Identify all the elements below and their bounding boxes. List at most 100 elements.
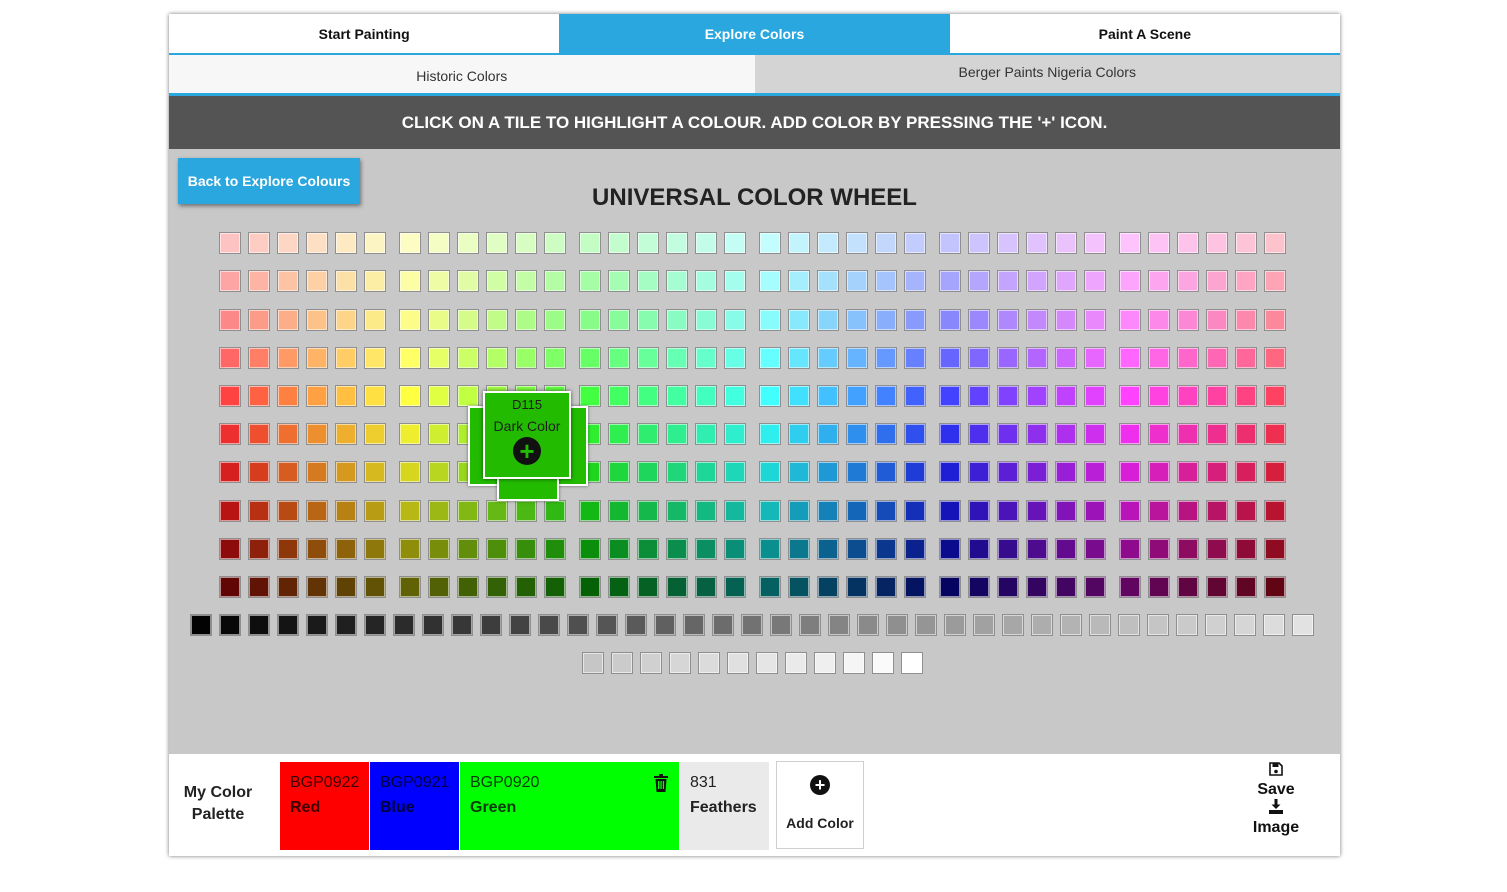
- gray-swatch[interactable]: [886, 614, 908, 636]
- color-swatch[interactable]: [399, 576, 421, 598]
- color-swatch[interactable]: [544, 576, 566, 598]
- light-gray-swatch[interactable]: [756, 652, 778, 674]
- color-swatch[interactable]: [1264, 270, 1286, 292]
- color-swatch[interactable]: [788, 538, 810, 560]
- color-swatch[interactable]: [1206, 232, 1228, 254]
- color-swatch[interactable]: [997, 270, 1019, 292]
- color-swatch[interactable]: [939, 423, 961, 445]
- color-swatch[interactable]: [846, 538, 868, 560]
- color-swatch[interactable]: [817, 232, 839, 254]
- color-swatch[interactable]: [759, 423, 781, 445]
- color-swatch[interactable]: [666, 538, 688, 560]
- light-gray-swatch[interactable]: [669, 652, 691, 674]
- color-swatch[interactable]: [1177, 576, 1199, 598]
- color-swatch[interactable]: [968, 423, 990, 445]
- color-swatch[interactable]: [1264, 538, 1286, 560]
- color-swatch[interactable]: [666, 309, 688, 331]
- color-swatch[interactable]: [399, 347, 421, 369]
- gray-swatch[interactable]: [248, 614, 270, 636]
- gray-swatch[interactable]: [1031, 614, 1053, 636]
- color-swatch[interactable]: [399, 385, 421, 407]
- color-swatch[interactable]: [306, 232, 328, 254]
- color-swatch[interactable]: [608, 576, 630, 598]
- color-swatch[interactable]: [875, 309, 897, 331]
- color-swatch[interactable]: [695, 385, 717, 407]
- light-gray-swatch[interactable]: [611, 652, 633, 674]
- color-swatch[interactable]: [457, 232, 479, 254]
- color-swatch[interactable]: [637, 538, 659, 560]
- plus-circle-icon[interactable]: +: [513, 437, 541, 465]
- light-gray-swatch[interactable]: [843, 652, 865, 674]
- color-swatch[interactable]: [579, 232, 601, 254]
- color-swatch[interactable]: [248, 232, 270, 254]
- color-swatch[interactable]: [788, 461, 810, 483]
- color-swatch[interactable]: [1235, 461, 1257, 483]
- color-swatch[interactable]: [277, 500, 299, 522]
- color-swatch[interactable]: [666, 423, 688, 445]
- color-swatch[interactable]: [1055, 576, 1077, 598]
- palette-chip-blue[interactable]: BGP0921 Blue: [370, 762, 459, 850]
- gray-swatch[interactable]: [306, 614, 328, 636]
- color-swatch[interactable]: [1084, 423, 1106, 445]
- color-swatch[interactable]: [277, 423, 299, 445]
- color-swatch[interactable]: [788, 576, 810, 598]
- gray-swatch[interactable]: [422, 614, 444, 636]
- light-gray-swatch[interactable]: [582, 652, 604, 674]
- color-swatch[interactable]: [939, 500, 961, 522]
- color-swatch[interactable]: [306, 538, 328, 560]
- color-swatch[interactable]: [788, 270, 810, 292]
- color-swatch[interactable]: [1026, 309, 1048, 331]
- color-swatch[interactable]: [248, 538, 270, 560]
- color-swatch[interactable]: [1264, 232, 1286, 254]
- color-swatch[interactable]: [608, 538, 630, 560]
- gray-swatch[interactable]: [567, 614, 589, 636]
- color-swatch[interactable]: [428, 576, 450, 598]
- color-swatch[interactable]: [1119, 538, 1141, 560]
- highlighted-swatch-popup[interactable]: D115 Dark Color +: [468, 391, 588, 501]
- color-swatch[interactable]: [759, 270, 781, 292]
- color-swatch[interactable]: [788, 385, 810, 407]
- gray-swatch[interactable]: [335, 614, 357, 636]
- color-swatch[interactable]: [1084, 347, 1106, 369]
- color-swatch[interactable]: [724, 500, 746, 522]
- color-swatch[interactable]: [666, 347, 688, 369]
- color-swatch[interactable]: [875, 538, 897, 560]
- gray-swatch[interactable]: [712, 614, 734, 636]
- color-swatch[interactable]: [1177, 347, 1199, 369]
- color-swatch[interactable]: [939, 385, 961, 407]
- color-swatch[interactable]: [997, 385, 1019, 407]
- color-swatch[interactable]: [846, 347, 868, 369]
- color-swatch[interactable]: [248, 500, 270, 522]
- gray-swatch[interactable]: [973, 614, 995, 636]
- color-swatch[interactable]: [695, 500, 717, 522]
- color-swatch[interactable]: [1055, 309, 1077, 331]
- color-swatch[interactable]: [817, 461, 839, 483]
- color-swatch[interactable]: [399, 270, 421, 292]
- color-swatch[interactable]: [1119, 270, 1141, 292]
- color-swatch[interactable]: [695, 347, 717, 369]
- color-swatch[interactable]: [939, 309, 961, 331]
- color-swatch[interactable]: [939, 232, 961, 254]
- color-swatch[interactable]: [579, 538, 601, 560]
- color-swatch[interactable]: [335, 576, 357, 598]
- color-swatch[interactable]: [219, 461, 241, 483]
- color-swatch[interactable]: [1026, 423, 1048, 445]
- color-swatch[interactable]: [1055, 385, 1077, 407]
- gray-swatch[interactable]: [915, 614, 937, 636]
- gray-swatch[interactable]: [1292, 614, 1314, 636]
- palette-chip-feathers[interactable]: 831 Feathers: [680, 762, 769, 850]
- gray-swatch[interactable]: [596, 614, 618, 636]
- color-swatch[interactable]: [1084, 500, 1106, 522]
- color-swatch[interactable]: [364, 270, 386, 292]
- color-swatch[interactable]: [788, 347, 810, 369]
- color-swatch[interactable]: [544, 232, 566, 254]
- color-swatch[interactable]: [277, 232, 299, 254]
- color-swatch[interactable]: [875, 500, 897, 522]
- color-swatch[interactable]: [997, 500, 1019, 522]
- color-swatch[interactable]: [306, 461, 328, 483]
- color-swatch[interactable]: [1084, 576, 1106, 598]
- color-swatch[interactable]: [486, 538, 508, 560]
- color-swatch[interactable]: [1084, 461, 1106, 483]
- color-swatch[interactable]: [399, 538, 421, 560]
- gray-swatch[interactable]: [538, 614, 560, 636]
